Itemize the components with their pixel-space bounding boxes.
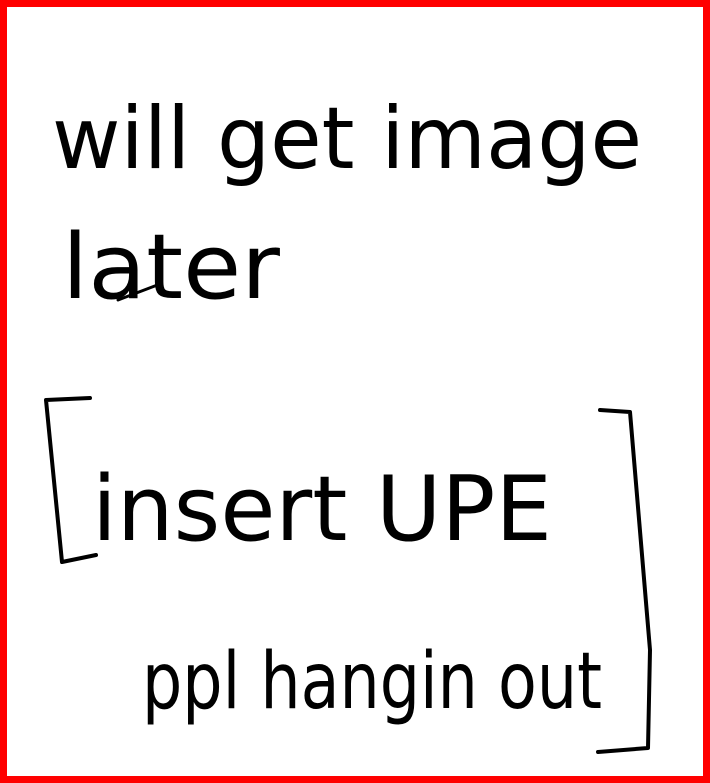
handwritten-note: will get image later insert UPE ppl hang… (44, 89, 652, 754)
right-bracket-shape (596, 408, 652, 754)
note-line-insert-upe: insert UPE (92, 457, 552, 562)
left-bracket-shape (44, 396, 98, 564)
note-line-ppl-hangin-out: ppl hangin out (142, 637, 602, 727)
note-line-will-get-image: will get image (52, 89, 642, 189)
placeholder-note-canvas: will get image later insert UPE ppl hang… (0, 0, 710, 783)
note-line-later: later (62, 215, 280, 320)
